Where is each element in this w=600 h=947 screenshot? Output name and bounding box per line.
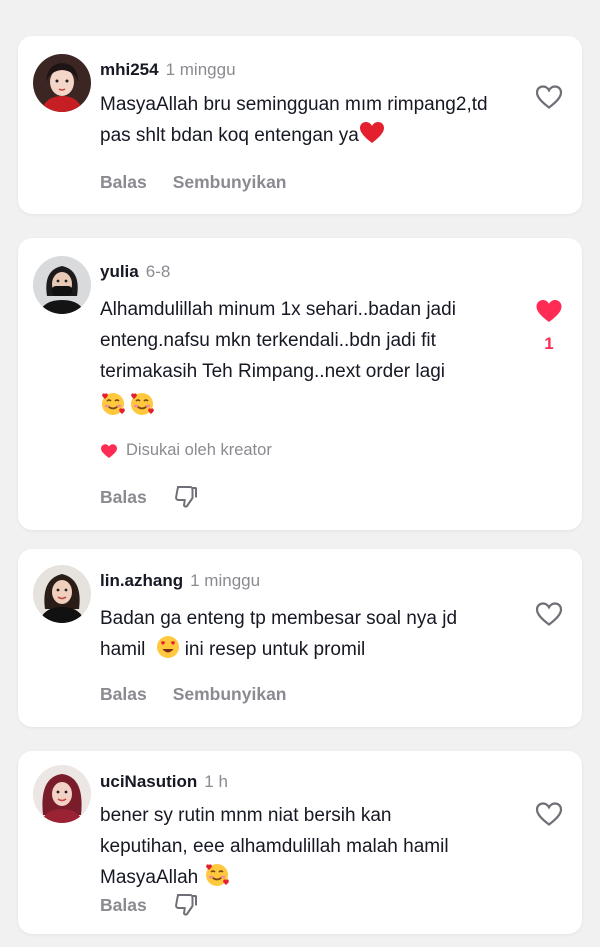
like-button[interactable]: [534, 601, 564, 627]
red-heart-emoji: [359, 120, 385, 146]
avatar[interactable]: [33, 765, 91, 823]
thumbs-down-icon: [174, 894, 197, 916]
dislike-button[interactable]: [173, 484, 199, 510]
comment-text: MasyaAllah bru semingguan mım rimpang2,t…: [100, 89, 520, 151]
thumbs-down-icon: [174, 486, 197, 508]
like-count: 1: [544, 334, 554, 353]
comment-header: uciNasution 1 h: [100, 772, 228, 792]
comment-card: lin.azhang 1 minggu Badan ga enteng tp me…: [18, 549, 582, 727]
reply-button[interactable]: Balas: [100, 684, 147, 705]
comment-text: Badan ga enteng tp membesar soal nya jd …: [100, 603, 520, 665]
smiling-hearts-emoji: [204, 862, 230, 888]
hide-button[interactable]: Sembunyikan: [173, 684, 287, 705]
like-button[interactable]: 1: [534, 298, 564, 354]
comment-actions: Balas Sembunyikan: [100, 172, 313, 193]
heart-outline-icon: [535, 602, 563, 626]
comment-line-text: pas shlt bdan koq entengan ya: [100, 125, 359, 146]
comment-line: keputihan, eee alhamdulillah malah hamil: [100, 836, 449, 857]
comment-line-text: hamil: [100, 639, 146, 660]
comment-actions: Balas: [100, 484, 199, 510]
avatar[interactable]: [33, 54, 91, 112]
reply-button[interactable]: Balas: [100, 487, 147, 508]
like-button[interactable]: [534, 801, 564, 827]
comment-line: terimakasih Teh Rimpang..next order lagi: [100, 361, 445, 382]
comment-line: pas shlt bdan koq entengan ya: [100, 120, 520, 151]
comment-line: hamil ini resep untuk promil: [100, 634, 520, 665]
avatar[interactable]: [33, 256, 91, 314]
reply-button[interactable]: Balas: [100, 895, 147, 916]
username[interactable]: uciNasution: [100, 772, 197, 791]
comment-actions: Balas: [100, 892, 199, 918]
reply-button[interactable]: Balas: [100, 172, 147, 193]
avatar[interactable]: [33, 565, 91, 623]
comment-card: uciNasution 1 h bener sy rutin mnm niat b…: [18, 751, 582, 934]
comment-header: lin.azhang 1 minggu: [100, 571, 260, 591]
username[interactable]: mhi254: [100, 60, 159, 79]
heart-filled-icon: [536, 300, 562, 322]
comment-line: MasyaAllah: [100, 862, 520, 893]
comment-card: yulia 6-8 Alhamdulillah minum 1x sehari..…: [18, 238, 582, 530]
comment-line: MasyaAllah bru semingguan mım rimpang2,t…: [100, 94, 488, 115]
timestamp: 1 minggu: [190, 571, 261, 590]
comment-line-text: MasyaAllah: [100, 867, 199, 888]
comment-text: Alhamdulillah minum 1x sehari..badan jad…: [100, 294, 520, 422]
username[interactable]: yulia: [100, 262, 139, 281]
like-button[interactable]: [534, 84, 564, 110]
comment-card: mhi254 1 minggu MasyaAllah bru semingguan…: [18, 36, 582, 214]
comment-line: enteng.nafsu mkn terkendali..bdn jadi fi…: [100, 330, 436, 351]
username[interactable]: lin.azhang: [100, 571, 183, 590]
comment-line: Alhamdulillah minum 1x sehari..badan jad…: [100, 299, 456, 320]
smiling-hearts-emoji: [129, 391, 155, 417]
comment-line-suffix: ini resep untuk promil: [184, 639, 366, 660]
comment-line: bener sy rutin mnm niat bersih kan: [100, 805, 392, 826]
comment-line: Badan ga enteng tp membesar soal nya jd: [100, 608, 458, 629]
comment-header: yulia 6-8: [100, 262, 170, 282]
comment-header: mhi254 1 minggu: [100, 60, 236, 80]
heart-outline-icon: [535, 85, 563, 109]
smiling-hearts-emoji: [100, 391, 126, 417]
timestamp: 1 h: [204, 772, 228, 791]
creator-liked-badge: Disukai oleh kreator: [100, 441, 272, 460]
heart-outline-icon: [535, 802, 563, 826]
hide-button[interactable]: Sembunyikan: [173, 172, 287, 193]
creator-liked-label: Disukai oleh kreator: [126, 441, 272, 459]
comment-text: bener sy rutin mnm niat bersih kan keput…: [100, 800, 520, 893]
heart-filled-icon: [101, 443, 117, 458]
comment-emoji-line: [100, 391, 520, 422]
heart-eyes-emoji: [155, 634, 181, 660]
dislike-button[interactable]: [173, 892, 199, 918]
timestamp: 1 minggu: [165, 60, 236, 79]
timestamp: 6-8: [145, 262, 171, 281]
comment-actions: Balas Sembunyikan: [100, 684, 313, 705]
